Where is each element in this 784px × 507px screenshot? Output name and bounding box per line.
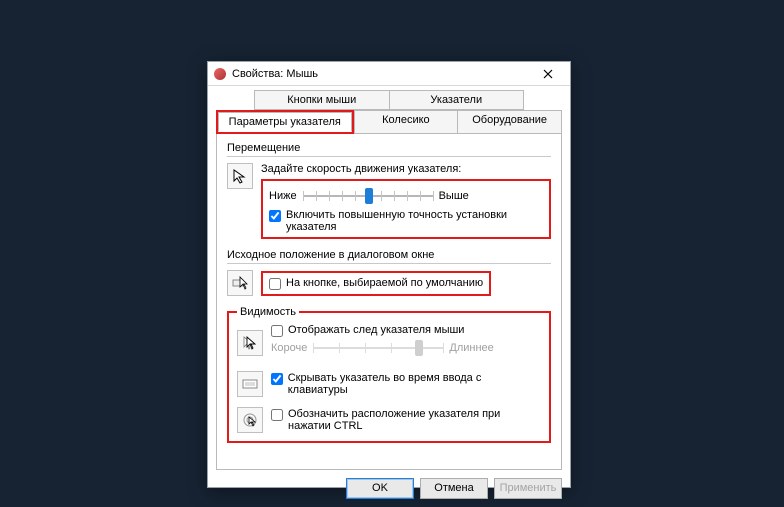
divider: [227, 263, 551, 264]
trails-length-slider: [313, 341, 443, 355]
locate-ctrl-icon: [237, 407, 263, 433]
close-button[interactable]: [528, 62, 568, 86]
locate-ctrl-input[interactable]: [271, 409, 283, 421]
enhance-precision-label: Включить повышенную точность установки у…: [286, 209, 543, 233]
tabs-row-1: Кнопки мыши Указатели: [216, 90, 562, 110]
tab-wheel[interactable]: Колесико: [354, 110, 459, 134]
trails-label: Отображать след указателя мыши: [288, 324, 464, 336]
tab-hardware[interactable]: Оборудование: [458, 110, 562, 134]
snap-to-icon: [227, 270, 253, 296]
movement-group-label: Перемещение: [227, 142, 551, 154]
highlight-snap-block: На кнопке, выбираемой по умолчанию: [261, 271, 491, 296]
highlight-visibility-block: Видимость Отображать след указателя мыши…: [227, 306, 551, 443]
hide-typing-label: Скрывать указатель во время ввода с клав…: [288, 372, 541, 396]
trails-short-label: Короче: [271, 342, 307, 354]
locate-ctrl-checkbox[interactable]: Обозначить расположение указателя при на…: [271, 408, 518, 432]
tab-pointers[interactable]: Указатели: [390, 90, 525, 110]
tab-body: Перемещение Задайте скорость движения ук…: [216, 134, 562, 470]
trails-input[interactable]: [271, 325, 283, 337]
snap-to-checkbox[interactable]: На кнопке, выбираемой по умолчанию: [269, 277, 483, 290]
tab-pointer-options[interactable]: Параметры указателя: [218, 112, 352, 132]
divider: [227, 156, 551, 157]
highlight-active-tab: Параметры указателя: [216, 110, 354, 134]
locate-ctrl-label: Обозначить расположение указателя при на…: [288, 408, 518, 432]
trails-long-label: Длиннее: [449, 342, 493, 354]
visibility-legend: Видимость: [237, 306, 299, 318]
snap-to-label: На кнопке, выбираемой по умолчанию: [286, 277, 483, 289]
hide-typing-checkbox[interactable]: Скрывать указатель во время ввода с клав…: [271, 372, 541, 396]
hide-typing-input[interactable]: [271, 373, 283, 385]
speed-slider-row: Ниже Выше: [269, 189, 543, 203]
snap-group-label: Исходное положение в диалоговом окне: [227, 249, 551, 261]
movement-row: Задайте скорость движения указателя: Ниж…: [227, 163, 551, 239]
mouse-icon: [214, 68, 226, 80]
enhance-precision-checkbox[interactable]: Включить повышенную точность установки у…: [269, 209, 543, 233]
tabs-row-2: Параметры указателя Колесико Оборудовани…: [216, 110, 562, 134]
enhance-precision-input[interactable]: [269, 210, 281, 222]
hide-typing-icon: [237, 371, 263, 397]
trails-checkbox[interactable]: Отображать след указателя мыши: [271, 324, 541, 337]
mouse-properties-dialog: Свойства: Мышь Кнопки мыши Указатели Пар…: [207, 61, 571, 488]
highlight-speed-block: Ниже Выше Включить повышенную точность у…: [261, 179, 551, 239]
close-icon: [543, 69, 553, 79]
trails-row: Отображать след указателя мыши Короче Дл…: [237, 324, 541, 361]
dialog-buttons: OK Отмена Применить: [216, 470, 562, 499]
locate-row: Обозначить расположение указателя при на…: [237, 407, 541, 433]
snap-row: На кнопке, выбираемой по умолчанию: [227, 270, 551, 296]
pointer-speed-icon: [227, 163, 253, 189]
hide-row: Скрывать указатель во время ввода с клав…: [237, 371, 541, 397]
speed-instruction: Задайте скорость движения указателя:: [261, 163, 551, 175]
titlebar[interactable]: Свойства: Мышь: [208, 62, 570, 86]
speed-fast-label: Выше: [439, 190, 469, 202]
client-area: Кнопки мыши Указатели Параметры указател…: [208, 86, 570, 507]
apply-button[interactable]: Применить: [494, 478, 562, 499]
speed-slow-label: Ниже: [269, 190, 297, 202]
trails-slider-row: Короче Длиннее: [271, 341, 541, 355]
ok-button[interactable]: OK: [346, 478, 414, 499]
cancel-button[interactable]: Отмена: [420, 478, 488, 499]
tab-buttons[interactable]: Кнопки мыши: [254, 90, 390, 110]
snap-to-input[interactable]: [269, 278, 281, 290]
window-title: Свойства: Мышь: [232, 68, 528, 80]
pointer-speed-slider[interactable]: [303, 189, 433, 203]
pointer-trails-icon: [237, 330, 263, 356]
